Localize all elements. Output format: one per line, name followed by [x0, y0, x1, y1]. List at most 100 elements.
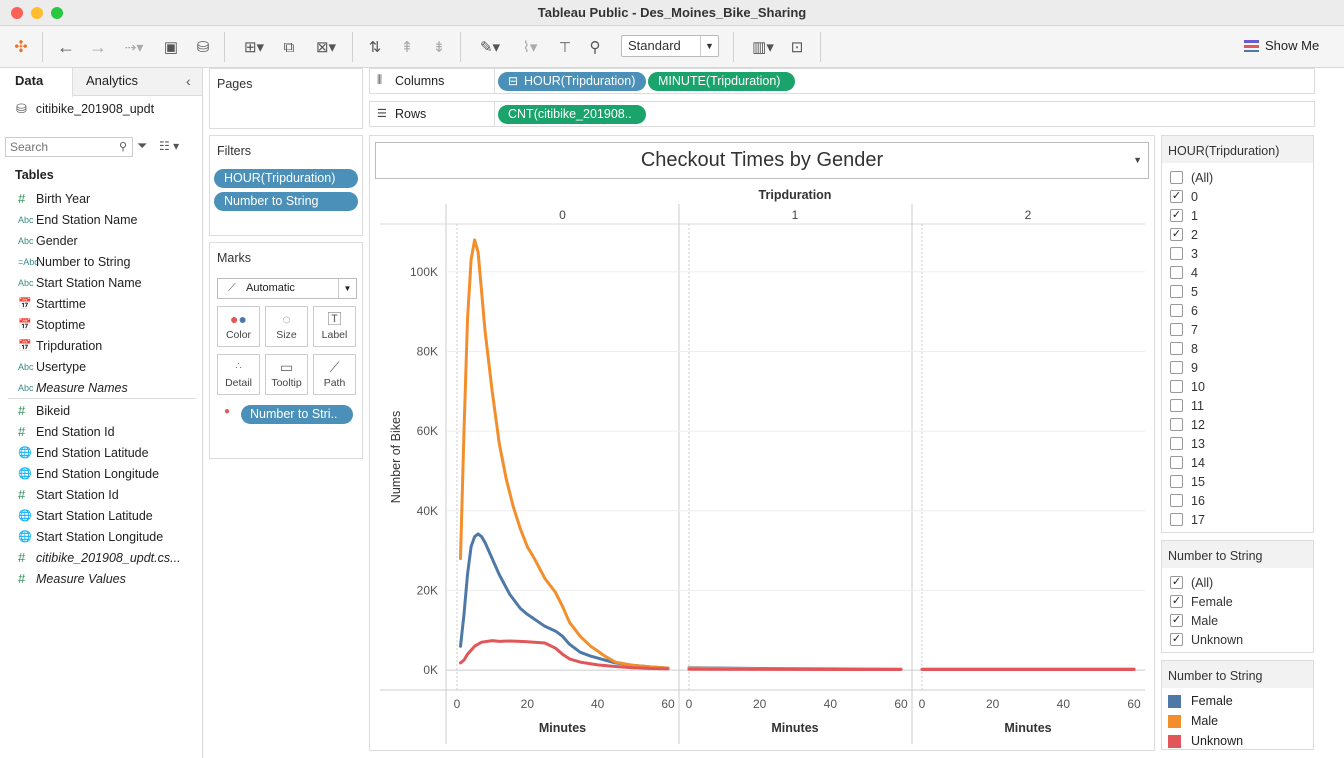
field-item[interactable]: # Measure Values — [0, 568, 200, 589]
show-me-button[interactable]: Show Me — [1244, 38, 1319, 53]
fix-axes-icon[interactable]: ⚲ — [584, 34, 606, 60]
filter-checkbox-item[interactable]: 3 — [1170, 244, 1198, 263]
filter-checkbox-item[interactable]: 6 — [1170, 301, 1198, 320]
tooltip-button[interactable]: ▭ Tooltip — [265, 354, 308, 395]
clear-sheet-icon[interactable]: ⊠▾ — [308, 34, 344, 60]
filter-pill-gender[interactable]: Number to String — [214, 192, 358, 211]
field-item[interactable]: # Birth Year — [0, 188, 200, 209]
checkbox-unchecked-icon[interactable] — [1170, 323, 1183, 336]
line-chart[interactable]: Tripduration00 20 40 60Minutes10 20 40 60Minut… — [370, 184, 1154, 750]
field-item[interactable]: 🌐 Start Station Latitude — [0, 505, 200, 526]
checkbox-checked-icon[interactable]: ✓ — [1170, 633, 1183, 646]
new-datasource-icon[interactable]: ⛁ — [192, 34, 214, 60]
checkbox-unchecked-icon[interactable] — [1170, 513, 1183, 526]
pages-card[interactable]: Pages — [209, 68, 363, 129]
datasource-item[interactable]: ⛁ citibike_201908_updt — [16, 101, 154, 117]
highlight-icon[interactable]: ✎▾ — [472, 34, 508, 60]
checkbox-unchecked-icon[interactable] — [1170, 247, 1183, 260]
row-pill-count[interactable]: CNT(citibike_201908.. — [498, 105, 646, 124]
filter-checkbox-item[interactable]: ✓ Male — [1170, 611, 1218, 630]
field-item[interactable]: 📅 Stoptime — [0, 314, 200, 335]
checkbox-unchecked-icon[interactable] — [1170, 437, 1183, 450]
swap-rows-columns-icon[interactable]: ⇅ — [364, 34, 386, 60]
checkbox-unchecked-icon[interactable] — [1170, 380, 1183, 393]
field-item[interactable]: 🌐 End Station Longitude — [0, 463, 200, 484]
presentation-mode-icon[interactable]: ⊡ — [786, 34, 808, 60]
label-button[interactable]: 🅃 Label — [313, 306, 356, 347]
group-members-icon[interactable]: ⌇▾ — [512, 34, 548, 60]
filter-checkbox-item[interactable]: 12 — [1170, 415, 1205, 434]
filter-checkbox-item[interactable]: 13 — [1170, 434, 1205, 453]
filter-checkbox-item[interactable]: 4 — [1170, 263, 1198, 282]
filter-checkbox-item[interactable]: ✓ (All) — [1170, 573, 1213, 592]
checkbox-unchecked-icon[interactable] — [1170, 304, 1183, 317]
field-item[interactable]: Abc Usertype — [0, 356, 200, 377]
size-button[interactable]: ◌ Size — [265, 306, 308, 347]
checkbox-unchecked-icon[interactable] — [1170, 475, 1183, 488]
filter-checkbox-item[interactable]: (All) — [1170, 168, 1213, 187]
field-item[interactable]: # Start Station Id — [0, 484, 200, 505]
replay-icon[interactable]: ⇢▾ — [117, 34, 151, 60]
checkbox-unchecked-icon[interactable] — [1170, 342, 1183, 355]
tab-data[interactable]: Data — [0, 68, 73, 97]
filter-checkbox-item[interactable]: ✓ 2 — [1170, 225, 1198, 244]
filter-checkbox-item[interactable]: 8 — [1170, 339, 1198, 358]
show-mark-labels-icon[interactable]: ⊤ — [554, 34, 576, 60]
checkbox-unchecked-icon[interactable] — [1170, 171, 1183, 184]
checkbox-checked-icon[interactable]: ✓ — [1170, 209, 1183, 222]
checkbox-unchecked-icon[interactable] — [1170, 266, 1183, 279]
checkbox-unchecked-icon[interactable] — [1170, 399, 1183, 412]
show-cards-icon[interactable]: ▥▾ — [745, 34, 781, 60]
series-line-male[interactable] — [459, 238, 670, 670]
redo-icon[interactable]: → — [87, 34, 109, 60]
filter-checkbox-item[interactable]: 7 — [1170, 320, 1198, 339]
undo-icon[interactable]: ← — [55, 34, 77, 60]
filter-checkbox-item[interactable]: 10 — [1170, 377, 1205, 396]
filter-checkbox-item[interactable]: ✓ 0 — [1170, 187, 1198, 206]
checkbox-unchecked-icon[interactable] — [1170, 418, 1183, 431]
series-line-female[interactable] — [459, 532, 670, 670]
legend-item[interactable]: Male — [1168, 711, 1218, 731]
duplicate-sheet-icon[interactable]: ⧉ — [278, 34, 300, 60]
filter-pill-hour[interactable]: HOUR(Tripduration) — [214, 169, 358, 188]
checkbox-checked-icon[interactable]: ✓ — [1170, 614, 1183, 627]
legend-item[interactable]: Female — [1168, 691, 1233, 711]
field-item[interactable]: =Abc Number to String — [0, 251, 200, 272]
sort-descending-icon[interactable]: ⇟ — [428, 34, 450, 60]
tab-analytics[interactable]: Analytics — [86, 68, 138, 96]
field-item[interactable]: Abc End Station Name — [0, 209, 200, 230]
path-button[interactable]: ⟋ Path — [313, 354, 356, 395]
filter-checkbox-item[interactable]: 11 — [1170, 396, 1204, 415]
mark-type-select[interactable]: ⟋ Automatic ▼ — [217, 278, 357, 299]
checkbox-unchecked-icon[interactable] — [1170, 361, 1183, 374]
field-item[interactable]: 📅 Starttime — [0, 293, 200, 314]
new-worksheet-icon[interactable]: ⊞▾ — [236, 34, 272, 60]
field-item[interactable]: # End Station Id — [0, 421, 200, 442]
filter-fields-icon[interactable]: ⏷ — [137, 138, 147, 154]
color-button[interactable]: ●● Color — [217, 306, 260, 347]
field-item[interactable]: # citibike_201908_updt.cs... — [0, 547, 200, 568]
search-field[interactable]: ⚲ — [5, 137, 133, 157]
checkbox-unchecked-icon[interactable] — [1170, 456, 1183, 469]
field-item[interactable]: Abc Start Station Name — [0, 272, 200, 293]
filter-checkbox-item[interactable]: 17 — [1170, 510, 1205, 529]
checkbox-checked-icon[interactable]: ✓ — [1170, 576, 1183, 589]
filter-checkbox-item[interactable]: ✓ 1 — [1170, 206, 1198, 225]
filter-checkbox-item[interactable]: 15 — [1170, 472, 1205, 491]
filter-checkbox-item[interactable]: 16 — [1170, 491, 1205, 510]
checkbox-checked-icon[interactable]: ✓ — [1170, 228, 1183, 241]
filter-checkbox-item[interactable]: ✓ Female — [1170, 592, 1233, 611]
checkbox-checked-icon[interactable]: ✓ — [1170, 595, 1183, 608]
save-icon[interactable]: ▣ — [160, 34, 182, 60]
field-item[interactable]: # Bikeid — [0, 400, 200, 421]
column-pill-minute[interactable]: MINUTE(Tripduration) — [648, 72, 795, 91]
checkbox-unchecked-icon[interactable] — [1170, 285, 1183, 298]
filter-checkbox-item[interactable]: 14 — [1170, 453, 1205, 472]
field-item[interactable]: 🌐 Start Station Longitude — [0, 526, 200, 547]
filter-checkbox-item[interactable]: 9 — [1170, 358, 1198, 377]
collapse-pane-icon[interactable]: ‹ — [186, 68, 191, 96]
checkbox-unchecked-icon[interactable] — [1170, 494, 1183, 507]
chart-title[interactable]: Checkout Times by Gender ▼ — [375, 142, 1149, 179]
view-size-select[interactable]: Standard ▼ — [621, 35, 719, 57]
search-input[interactable] — [6, 138, 110, 156]
